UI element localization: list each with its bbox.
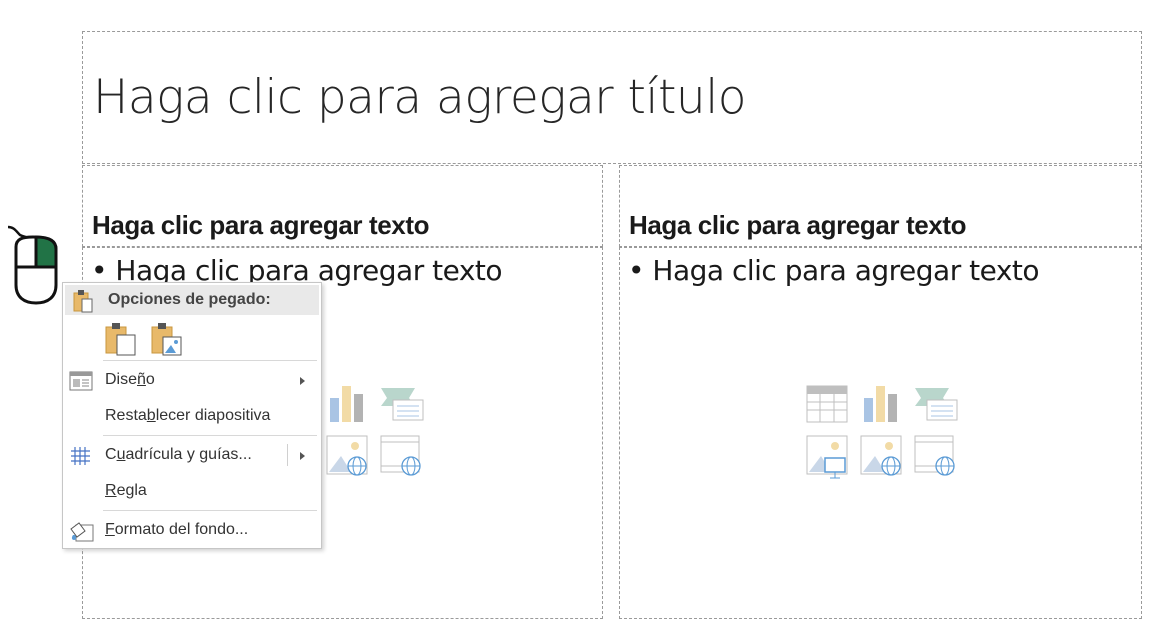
menu-item-label: Diseño: [105, 371, 155, 388]
submenu-arrow-icon: [300, 452, 305, 460]
online-picture-icon[interactable]: [859, 434, 903, 478]
grid-icon: [71, 447, 90, 465]
menu-item-formato-del-fondo[interactable]: Formato del fondo...: [63, 515, 319, 547]
right-header-text: Haga clic para agregar texto: [629, 210, 967, 240]
menu-item-regla[interactable]: Regla: [63, 476, 319, 508]
layout-icon: [69, 371, 93, 391]
left-header-text: Haga clic para agregar texto: [92, 210, 430, 240]
paste-options-header: Opciones de pegado:: [65, 285, 319, 315]
table-icon[interactable]: [805, 384, 849, 424]
left-header-placeholder[interactable]: Haga clic para agregar texto: [82, 165, 603, 247]
menu-item-label: Restablecer diapositiva: [105, 407, 271, 424]
menu-item-label: Formato del fondo...: [105, 521, 249, 538]
smartart-icon[interactable]: [379, 384, 427, 424]
right-content-placeholder[interactable]: • Haga clic para agregar texto: [619, 247, 1142, 619]
right-body-text: • Haga clic para agregar texto: [628, 254, 1040, 287]
title-placeholder[interactable]: Haga clic para agregar título: [82, 31, 1142, 164]
right-header-placeholder[interactable]: Haga clic para agregar texto: [619, 165, 1142, 247]
chart-icon[interactable]: [859, 384, 903, 424]
paste-keep-text-icon[interactable]: [103, 321, 139, 357]
menu-item-cuadricula-y-guias[interactable]: Cuadrícula y guías...: [63, 440, 319, 472]
menu-item-diseno[interactable]: Diseño: [63, 365, 319, 397]
chart-icon[interactable]: [325, 384, 369, 424]
menu-item-label: Cuadrícula y guías...: [105, 446, 252, 463]
title-placeholder-text: Haga clic para agregar título: [93, 70, 747, 125]
online-picture-icon[interactable]: [325, 434, 369, 478]
mouse-right-click-icon: [7, 225, 58, 305]
format-background-icon: [70, 522, 94, 542]
paste-picture-icon[interactable]: [149, 321, 185, 357]
menu-item-label: Regla: [105, 482, 147, 499]
menu-item-restablecer-diapositiva[interactable]: Restablecer diapositiva: [63, 401, 319, 433]
submenu-divider: [287, 444, 288, 466]
menu-separator: [103, 510, 317, 511]
video-icon[interactable]: [913, 434, 957, 478]
submenu-arrow-icon: [300, 377, 305, 385]
paste-options-label: Opciones de pegado:: [108, 291, 271, 308]
smartart-icon[interactable]: [913, 384, 961, 424]
video-icon[interactable]: [379, 434, 423, 478]
menu-separator: [103, 360, 317, 361]
context-menu: Opciones de pegado: Diseño Restablecer d…: [62, 282, 322, 549]
menu-separator: [103, 435, 317, 436]
clipboard-icon: [73, 290, 93, 313]
right-content-icons: [805, 384, 965, 480]
picture-icon[interactable]: [805, 434, 849, 480]
